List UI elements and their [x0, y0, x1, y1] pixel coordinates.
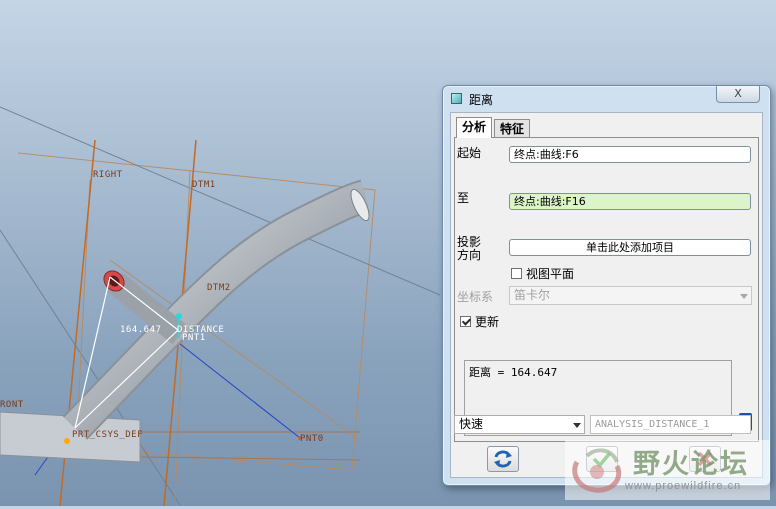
refresh-icon — [494, 450, 512, 468]
dialog-title: 距离 — [469, 93, 494, 107]
csys-label: PRT_CSYS_DEF — [72, 430, 144, 440]
datum-dtm1-label: DTM1 — [192, 180, 216, 190]
update-checkbox[interactable] — [460, 316, 471, 327]
datum-front-label: RONT — [0, 400, 24, 410]
projection-label-line1: 投影 — [457, 235, 482, 249]
view-plane-checkbox[interactable] — [511, 268, 522, 279]
analysis-panel: 起始 终点:曲线:F6 至 终点:曲线:F16 投影 方向 单击此处添加项目 视… — [454, 137, 759, 442]
close-icon: X — [734, 87, 742, 100]
tab-analysis[interactable]: 分析 — [456, 117, 493, 138]
from-field[interactable]: 终点:曲线:F6 — [509, 146, 751, 163]
projection-label: 投影 方向 — [457, 236, 481, 262]
dialog-titlebar[interactable]: 距离 X — [443, 86, 770, 112]
watermark-title: 野火论坛 — [633, 449, 749, 480]
datum-right-label: RIGHT — [93, 170, 123, 180]
to-field[interactable]: 终点:曲线:F16 — [509, 193, 751, 210]
coord-system-select[interactable]: 笛卡尔 — [509, 286, 752, 305]
result-text: 距离 = 164.647 — [469, 366, 558, 379]
dialog-app-icon — [451, 93, 462, 104]
mode-value: 快速 — [459, 417, 484, 431]
watermark-url: www.proewildfire.cn — [625, 480, 742, 492]
repeat-button[interactable] — [487, 446, 519, 472]
coord-system-value: 笛卡尔 — [514, 288, 551, 302]
view-plane-label: 视图平面 — [526, 267, 575, 281]
csys-origin-marker — [64, 438, 70, 444]
pnt0-label: PNT0 — [300, 434, 324, 444]
projection-label-line2: 方向 — [457, 248, 482, 262]
tab-feature[interactable]: 特征 — [494, 119, 531, 138]
forum-watermark: 野火论坛 www.proewildfire.cn — [565, 440, 770, 500]
coord-system-label: 坐标系 — [457, 290, 494, 304]
distance-name-label: DISTANCE — [177, 325, 225, 335]
update-label: 更新 — [475, 315, 500, 329]
dialog-client-area: 分析 特征 起始 终点:曲线:F6 至 终点:曲线:F16 投影 方向 单击此处… — [450, 112, 763, 478]
close-button[interactable]: X — [716, 86, 760, 103]
distance-value-label: 164.647 — [120, 325, 162, 335]
chevron-down-icon — [573, 423, 581, 428]
to-label: 至 — [457, 191, 470, 205]
from-label: 起始 — [457, 146, 482, 160]
mode-select[interactable]: 快速 — [454, 415, 585, 434]
datum-dtm2-label: DTM2 — [207, 283, 231, 293]
projection-add-item-field[interactable]: 单击此处添加项目 — [509, 239, 751, 256]
distance-dialog: 距离 X 分析 特征 起始 终点:曲线:F6 至 终点:曲线:F16 投影 方向… — [442, 85, 771, 486]
csys-axis-line — [174, 339, 301, 439]
chevron-down-icon — [740, 294, 748, 299]
forum-logo-icon — [572, 448, 622, 493]
analysis-name-field[interactable]: ANALYSIS_DISTANCE_1 — [590, 415, 751, 434]
